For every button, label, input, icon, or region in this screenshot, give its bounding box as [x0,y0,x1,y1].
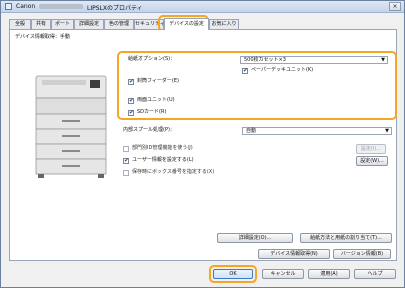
user-info-checkbox[interactable] [123,157,129,164]
ok-button[interactable]: OK [213,269,253,279]
printer-illustration [35,75,107,178]
sd-card-label: SDカード(R) [137,109,167,115]
sd-card-checkbox[interactable] [128,109,134,116]
tab-favorites[interactable]: お気に入り [209,19,239,29]
paper-option-label: 給紙オプション(S)： [128,56,176,62]
device-settings-panel: デバイス情報取得：手動 給紙オプション(S)： 500枚カセット×3 ▼ ペーパ… [9,29,397,261]
printer-app-icon [5,3,12,10]
spool-dropdown[interactable]: 自動 ▼ [242,127,392,135]
chevron-down-icon: ▼ [385,128,389,134]
redacted-printer-name [39,4,83,9]
confidential-checkbox[interactable] [123,170,129,176]
tab-device-settings[interactable]: デバイスの設定 [164,18,209,30]
paper-deck-label: ペーパーデッキユニット(K) [251,67,314,73]
paper-assign-button[interactable]: 給紙方法と用紙の割り当て(T)... [300,233,392,243]
spool-value: 自動 [246,128,257,134]
dept-id-label: 部門別ID管理機能を使う(J) [132,145,193,151]
user-settings-button[interactable]: 設定(W)... [356,156,388,166]
spool-label: 内部スプール処理(P)： [123,127,175,133]
confidential-label: 保存時にボックス番号を指定する(X) [132,169,215,175]
chevron-down-icon: ▼ [381,57,385,63]
title-bar: Canon LIPSLXのプロパティ × [1,1,404,13]
window-title-prefix: Canon [16,3,36,10]
tab-general[interactable]: 全般 [9,19,31,29]
paper-option-value: 500枚カセット×3 [244,57,286,63]
envelope-feeder-checkbox[interactable] [128,78,134,85]
paper-deck-checkbox[interactable] [242,67,248,74]
window-title-suffix: LIPSLXのプロパティ [87,5,143,12]
close-button[interactable]: × [389,2,401,11]
properties-window: Canon LIPSLXのプロパティ × 全般 共有 ポート 詳細設定 色の管理… [0,0,405,288]
tab-advanced[interactable]: 詳細設定 [74,19,104,29]
user-info-label: ユーザー情報を設定する(L) [132,157,194,163]
help-button[interactable]: ヘルプ [354,269,396,279]
tab-security[interactable]: セキュリティ [134,19,165,29]
duplex-unit-checkbox[interactable] [128,97,134,104]
tab-sharing[interactable]: 共有 [31,19,51,29]
paper-option-dropdown[interactable]: 500枚カセット×3 ▼ [240,56,388,64]
tab-color-management[interactable]: 色の管理 [104,19,134,29]
cancel-button[interactable]: キャンセル [262,269,304,279]
dept-id-checkbox[interactable] [123,146,129,152]
apply-button[interactable]: 適用(A) [308,269,350,279]
dept-settings-button[interactable]: 設定(I)... [356,144,386,154]
envelope-feeder-label: 封筒フィーダー(E) [137,78,179,84]
device-info-label: デバイス情報取得：手動 [15,34,70,40]
duplex-unit-label: 両面ユニット(U) [137,97,175,103]
tab-ports[interactable]: ポート [51,19,74,29]
detail-settings-button[interactable]: 詳細設定(O)... [217,233,293,243]
get-device-info-button[interactable]: デバイス情報取得(N) [258,249,330,259]
version-info-button[interactable]: バージョン情報(B) [333,249,391,259]
